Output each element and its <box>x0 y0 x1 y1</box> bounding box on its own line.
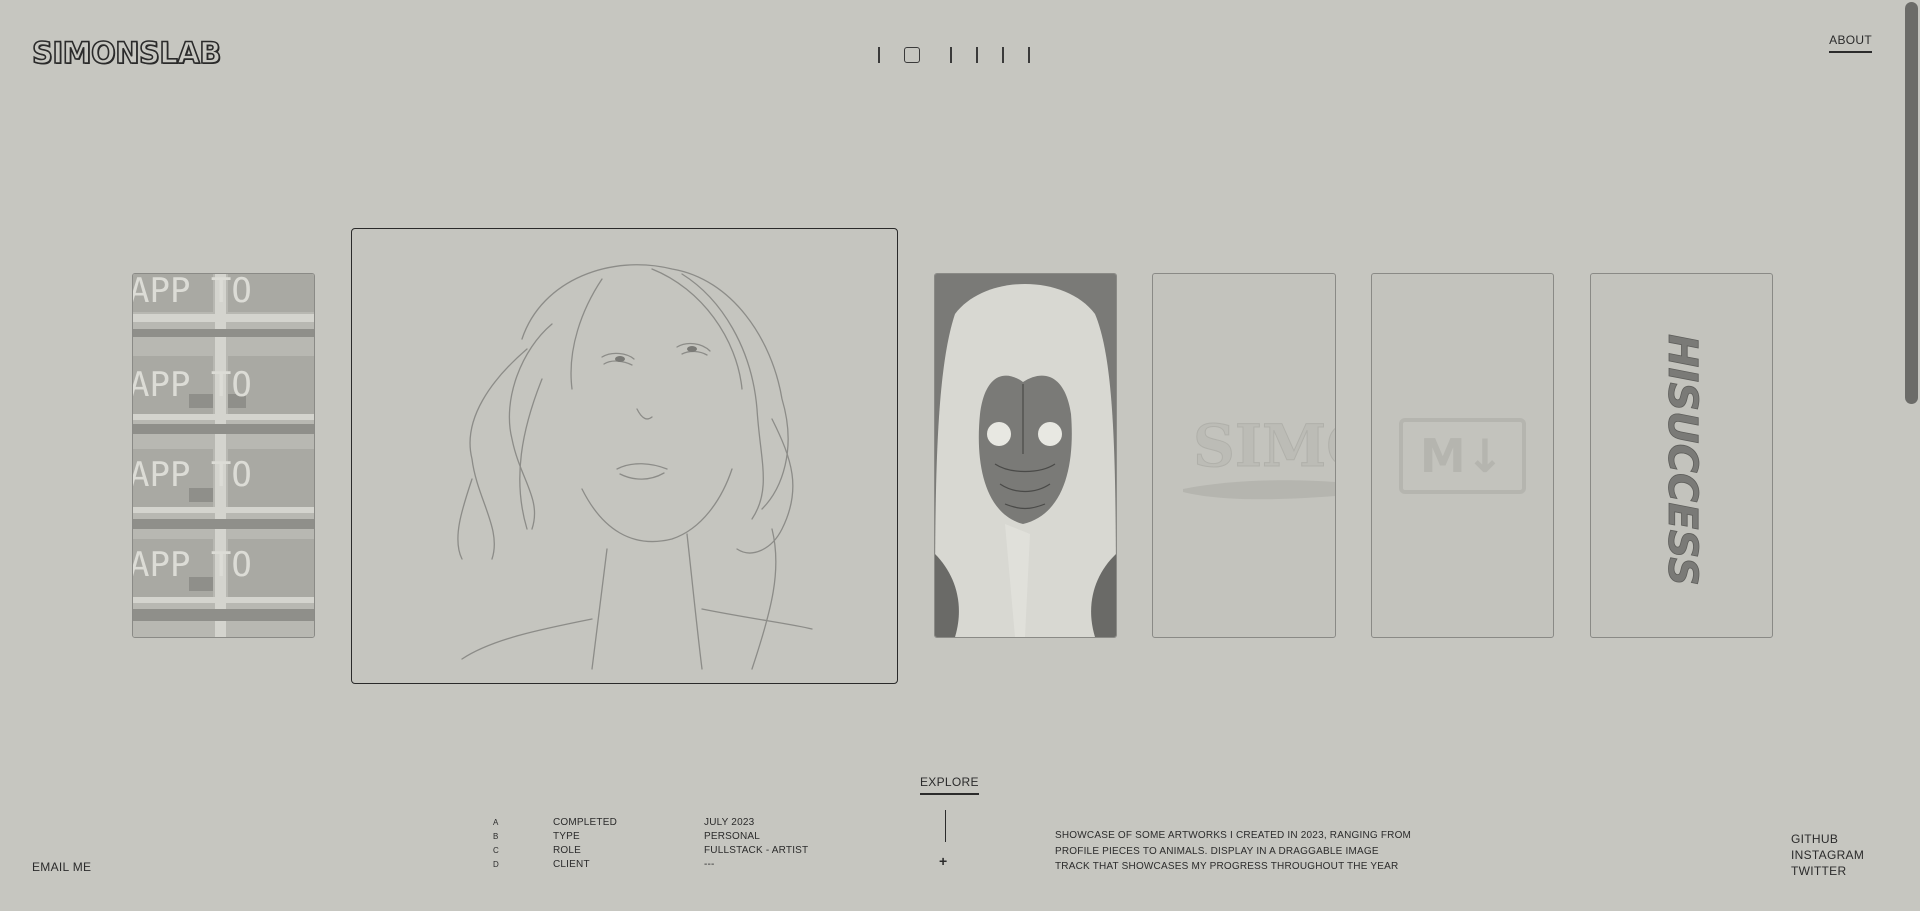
scrollbar[interactable] <box>1903 0 1920 911</box>
info-label: COMPLETED <box>553 816 618 828</box>
info-letter: A <box>493 817 499 827</box>
slide-indicator-3[interactable] <box>950 47 952 63</box>
slide-indicators <box>878 46 1054 64</box>
artwork-card-2-active[interactable] <box>351 228 898 684</box>
slide-indicator-1[interactable] <box>878 47 880 63</box>
info-row-role: C ROLE FULLSTACK - ARTIST <box>493 843 844 857</box>
info-row-completed: A COMPLETED JULY 2023 <box>493 815 844 829</box>
project-description: SHOWCASE OF SOME ARTWORKS I CREATED IN 2… <box>1055 830 1412 872</box>
artwork-card-3[interactable] <box>934 273 1117 638</box>
svg-text:APP TO: APP TO <box>133 545 252 585</box>
svg-text:APP TO: APP TO <box>133 274 252 311</box>
social-links: GITHUB INSTAGRAM TWITTER <box>1791 831 1864 879</box>
info-value: --- <box>704 858 715 870</box>
markdown-logo-artwork: M↓ <box>1399 418 1526 494</box>
info-value: FULLSTACK - ARTIST <box>704 844 809 856</box>
explore-divider <box>945 810 946 842</box>
info-label: CLIENT <box>553 858 590 870</box>
about-link[interactable]: ABOUT <box>1829 33 1872 53</box>
info-value: PERSONAL <box>704 830 761 842</box>
info-row-type: B TYPE PERSONAL <box>493 829 844 843</box>
slide-indicator-5[interactable] <box>1002 47 1004 63</box>
slide-indicator-6[interactable] <box>1028 47 1030 63</box>
info-letter: C <box>493 845 499 855</box>
scrollbar-thumb[interactable] <box>1905 2 1918 404</box>
simonslab-logo-artwork: SIMO <box>1183 412 1335 500</box>
hisuccess-artwork: HISUCCESS <box>1659 334 1706 587</box>
svg-text:HISUCCESS: HISUCCESS <box>1659 334 1705 586</box>
info-label: TYPE <box>553 830 580 842</box>
svg-text:M↓: M↓ <box>1420 429 1504 483</box>
twitter-link[interactable]: TWITTER <box>1791 863 1864 879</box>
project-info-table: A COMPLETED JULY 2023 B TYPE PERSONAL C … <box>493 815 844 871</box>
info-letter: B <box>493 831 499 841</box>
artwork-card-1[interactable]: APP TO APP TO APP TO APP TO <box>132 273 315 638</box>
app-tokens-artwork: APP TO APP TO APP TO APP TO <box>133 274 314 637</box>
info-row-client: D CLIENT --- <box>493 857 844 871</box>
artwork-card-4[interactable]: SIMO <box>1152 273 1336 638</box>
artwork-card-6[interactable]: HISUCCESS <box>1590 273 1773 638</box>
explore-link[interactable]: EXPLORE <box>920 775 979 795</box>
slide-indicator-active[interactable] <box>904 47 920 63</box>
artwork-card-5[interactable]: M↓ <box>1371 273 1554 638</box>
email-me-link[interactable]: EMAIL ME <box>32 860 91 874</box>
hooded-figure-artwork <box>935 274 1116 637</box>
info-value: JULY 2023 <box>704 816 755 828</box>
info-letter: D <box>493 859 499 869</box>
svg-text:SIMO: SIMO <box>1193 412 1335 480</box>
plus-icon[interactable]: + <box>939 853 947 869</box>
slide-indicator-4[interactable] <box>976 47 978 63</box>
woman-sketch-artwork <box>457 264 813 670</box>
instagram-link[interactable]: INSTAGRAM <box>1791 847 1864 863</box>
site-logo[interactable]: SIMONSLAB <box>31 35 222 71</box>
svg-text:APP TO: APP TO <box>133 455 252 495</box>
svg-text:APP TO: APP TO <box>133 365 252 405</box>
github-link[interactable]: GITHUB <box>1791 831 1864 847</box>
info-label: ROLE <box>553 844 582 856</box>
